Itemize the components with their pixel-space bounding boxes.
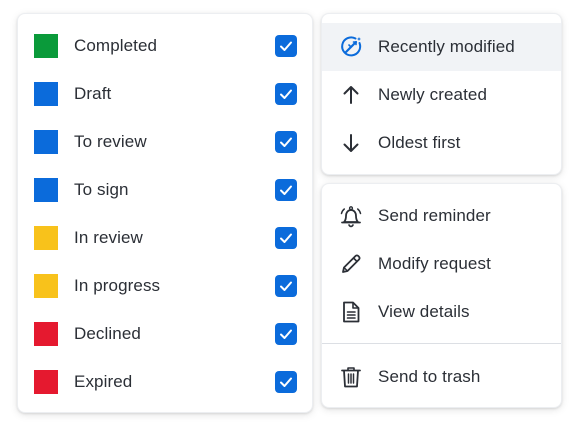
- magic-wand-icon: [338, 34, 364, 60]
- action-send-to-trash[interactable]: Send to trash: [322, 353, 561, 401]
- action-modify-request[interactable]: Modify request: [322, 240, 561, 288]
- color-swatch: [34, 370, 58, 394]
- menu-label: Recently modified: [378, 37, 515, 56]
- checkbox[interactable]: [275, 179, 297, 201]
- status-label: To review: [74, 132, 147, 151]
- sort-oldest-first[interactable]: Oldest first: [322, 119, 561, 167]
- checkbox[interactable]: [275, 131, 297, 153]
- status-filter-in-review[interactable]: In review: [18, 214, 312, 262]
- status-filter-completed[interactable]: Completed: [18, 22, 312, 70]
- status-label: In review: [74, 228, 143, 247]
- status-label: Draft: [74, 84, 112, 103]
- actions-menu: Send reminder Modify request View detail…: [321, 183, 562, 408]
- color-swatch: [34, 226, 58, 250]
- sort-recently-modified[interactable]: Recently modified: [322, 23, 561, 71]
- sort-menu: Recently modified Newly created Oldest f…: [321, 13, 562, 175]
- status-label: To sign: [74, 180, 129, 199]
- action-view-details[interactable]: View details: [322, 288, 561, 336]
- menu-label: Newly created: [378, 85, 488, 104]
- action-send-reminder[interactable]: Send reminder: [322, 192, 561, 240]
- check-icon: [280, 329, 292, 339]
- check-icon: [280, 377, 292, 387]
- check-icon: [280, 89, 292, 99]
- color-swatch: [34, 178, 58, 202]
- arrow-up-icon: [338, 82, 364, 108]
- status-filter-to-review[interactable]: To review: [18, 118, 312, 166]
- bell-icon: [338, 203, 364, 229]
- status-filter-panel: Completed Draft To review To sign In rev…: [17, 13, 313, 413]
- color-swatch: [34, 34, 58, 58]
- checkbox[interactable]: [275, 227, 297, 249]
- status-filter-to-sign[interactable]: To sign: [18, 166, 312, 214]
- status-label: In progress: [74, 276, 161, 295]
- checkbox[interactable]: [275, 371, 297, 393]
- color-swatch: [34, 130, 58, 154]
- menu-label: Oldest first: [378, 133, 461, 152]
- status-label: Completed: [74, 36, 158, 55]
- status-label: Declined: [74, 324, 141, 343]
- checkbox[interactable]: [275, 35, 297, 57]
- menu-label: Send to trash: [378, 367, 481, 386]
- color-swatch: [34, 322, 58, 346]
- status-label: Expired: [74, 372, 133, 391]
- trash-icon: [338, 364, 364, 390]
- menu-label: View details: [378, 302, 470, 321]
- sort-newly-created[interactable]: Newly created: [322, 71, 561, 119]
- check-icon: [280, 281, 292, 291]
- check-icon: [280, 137, 292, 147]
- check-icon: [280, 185, 292, 195]
- status-filter-expired[interactable]: Expired: [18, 358, 312, 406]
- arrow-down-icon: [338, 130, 364, 156]
- menu-label: Modify request: [378, 254, 491, 273]
- color-swatch: [34, 274, 58, 298]
- pencil-icon: [338, 251, 364, 277]
- document-icon: [338, 299, 364, 325]
- checkbox[interactable]: [275, 323, 297, 345]
- check-icon: [280, 41, 292, 51]
- checkbox[interactable]: [275, 275, 297, 297]
- check-icon: [280, 233, 292, 243]
- color-swatch: [34, 82, 58, 106]
- status-filter-draft[interactable]: Draft: [18, 70, 312, 118]
- checkbox[interactable]: [275, 83, 297, 105]
- status-filter-in-progress[interactable]: In progress: [18, 262, 312, 310]
- status-filter-declined[interactable]: Declined: [18, 310, 312, 358]
- menu-label: Send reminder: [378, 206, 491, 225]
- menu-divider: [322, 343, 561, 344]
